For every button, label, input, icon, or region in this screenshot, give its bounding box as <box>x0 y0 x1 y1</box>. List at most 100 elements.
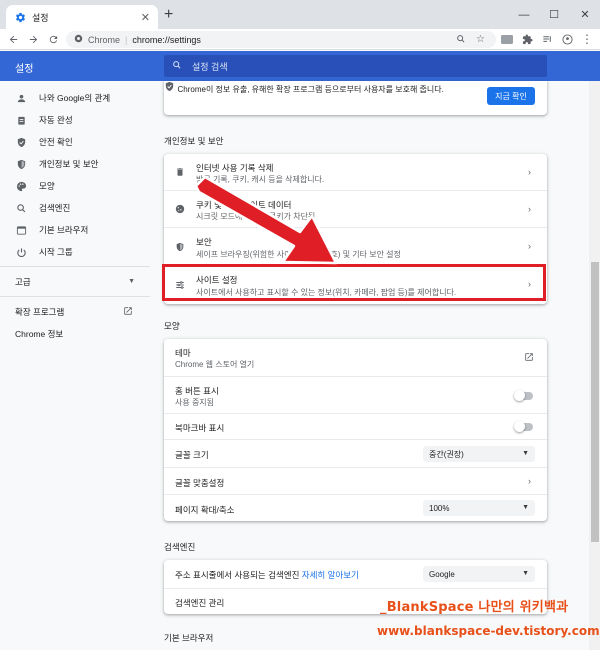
appearance-section-title: 모양 <box>164 321 180 331</box>
sidebar-item-label: 시작 그룹 <box>39 247 73 257</box>
tab-strip: 설정 ✕ + — ☐ ✕ <box>0 0 600 29</box>
extension-badge-icon[interactable] <box>497 29 517 50</box>
tab-settings[interactable]: 설정 ✕ <box>6 5 158 29</box>
close-window-icon[interactable]: ✕ <box>570 0 600 29</box>
sidebar-item-appearance[interactable]: 모양 <box>15 178 55 194</box>
sidebar-item-privacy[interactable]: 개인정보 및 보안 <box>15 156 98 172</box>
select-value: 중간(권장) <box>429 449 464 459</box>
bookmarks-bar-toggle[interactable] <box>514 421 533 432</box>
sidebar-item-advanced[interactable]: 고급 ▼ <box>15 274 135 290</box>
privacy-section-title: 개인정보 및 보안 <box>164 136 224 146</box>
close-tab-icon[interactable]: ✕ <box>141 11 150 24</box>
sidebar-item-extensions[interactable]: 확장 프로그램 <box>15 304 133 320</box>
theme-row[interactable]: 테마 Chrome 웹 스토어 열기 <box>164 339 547 376</box>
search-engine-text: 주소 표시줄에서 사용되는 검색엔진 <box>175 570 300 580</box>
palette-icon <box>15 180 27 192</box>
sidebar-divider <box>0 266 150 267</box>
search-engine-select[interactable]: Google ▼ <box>423 566 535 582</box>
bookmarks-bar-row: 북마크바 표시 <box>164 413 547 439</box>
font-size-select[interactable]: 중간(권장) ▼ <box>423 446 535 462</box>
home-button-row: 홈 버튼 표시 사용 중지됨 <box>164 376 547 413</box>
sidebar-divider <box>0 296 150 297</box>
puzzle-icon[interactable] <box>517 29 537 50</box>
search-placeholder: 설정 검색 <box>192 61 228 72</box>
new-tab-button[interactable]: + <box>164 7 173 23</box>
chrome-icon <box>74 34 83 45</box>
scrollbar-thumb[interactable] <box>591 262 599 542</box>
row-title: 보안 <box>196 237 212 247</box>
chevron-down-icon: ▼ <box>522 570 529 577</box>
clipboard-icon <box>15 114 27 126</box>
sidebar-item-label: 나와 Google의 관계 <box>39 93 111 103</box>
zoom-icon[interactable] <box>456 34 466 47</box>
page-title: 설정 <box>15 64 34 75</box>
browser-toolbar: Chrome | chrome://settings ☆ ⋮ <box>0 29 600 50</box>
minimize-icon[interactable]: — <box>509 0 539 29</box>
sidebar: 나와 Google의 관계 자동 완성 안전 확인 개인정보 및 보안 모양 검… <box>0 81 150 650</box>
search-icon <box>172 60 182 72</box>
sidebar-item-on-startup[interactable]: 시작 그룹 <box>15 244 73 260</box>
reload-icon[interactable] <box>43 29 63 50</box>
clear-browsing-data-row[interactable]: 인터넷 사용 기록 삭제 방문 기록, 쿠키, 캐시 등을 삭제합니다. › <box>164 154 547 190</box>
customize-fonts-row[interactable]: 글꼴 맞춤설정 › <box>164 467 547 494</box>
chevron-down-icon: ▼ <box>128 278 135 285</box>
tab-title: 설정 <box>32 12 49 23</box>
security-row[interactable]: 보안 세이프 브라우징(위험한 사이트로부터 보호) 및 기타 보안 설정 › <box>164 227 547 265</box>
shield-icon <box>15 158 27 170</box>
sidebar-item-default-browser[interactable]: 기본 브라우저 <box>15 222 88 238</box>
sidebar-item-label: 모양 <box>39 181 55 191</box>
safety-check-text: Chrome이 정보 유출, 유해한 확장 프로그램 등으로부터 사용자를 보호… <box>177 85 444 94</box>
trash-icon <box>174 166 186 178</box>
sidebar-item-autofill[interactable]: 자동 완성 <box>15 112 73 128</box>
sidebar-about-label: Chrome 정보 <box>15 329 64 339</box>
gear-icon <box>14 11 26 23</box>
sidebar-item-label: 검색엔진 <box>39 203 71 213</box>
row-subtitle: 시크릿 모드에서 타사 쿠키가 차단됨 <box>196 212 316 221</box>
row-subtitle: 세이프 브라우징(위험한 사이트로부터 보호) 및 기타 보안 설정 <box>196 250 401 259</box>
back-icon[interactable] <box>3 29 23 50</box>
sidebar-item-label: 안전 확인 <box>39 137 73 147</box>
sidebar-extensions-label: 확장 프로그램 <box>15 307 65 317</box>
row-subtitle: Chrome 웹 스토어 열기 <box>175 360 255 369</box>
learn-more-link[interactable]: 자세히 알아보기 <box>302 570 359 580</box>
check-now-button[interactable]: 지금 확인 <box>487 87 535 105</box>
shield-check-icon <box>15 136 27 148</box>
sidebar-item-you-and-google[interactable]: 나와 Google의 관계 <box>15 90 110 106</box>
safety-check-card: Chrome이 정보 유출, 유해한 확장 프로그램 등으로부터 사용자를 보호… <box>164 81 547 115</box>
home-button-toggle[interactable] <box>514 390 533 401</box>
omnibox-separator: | <box>125 34 128 45</box>
watermark-url: www.blankspace-dev.tistory.com <box>377 624 600 638</box>
sidebar-item-label: 개인정보 및 보안 <box>39 159 99 169</box>
sidebar-advanced-label: 고급 <box>15 277 31 287</box>
page-zoom-select[interactable]: 100% ▼ <box>423 500 535 516</box>
cookies-row[interactable]: 쿠키 및 기타 사이트 데이터 시크릿 모드에서 타사 쿠키가 차단됨 › <box>164 190 547 227</box>
omnibox-url: chrome://settings <box>132 34 201 45</box>
forward-icon[interactable] <box>23 29 43 50</box>
open-external-icon <box>123 306 133 318</box>
address-bar[interactable]: Chrome | chrome://settings ☆ <box>66 31 496 48</box>
open-external-icon <box>524 352 534 362</box>
row-subtitle: 방문 기록, 쿠키, 캐시 등을 삭제합니다. <box>196 175 325 184</box>
omnibox-site: Chrome <box>88 34 121 45</box>
menu-icon[interactable]: ⋮ <box>577 29 597 50</box>
reading-list-icon[interactable] <box>537 29 557 50</box>
watermark-title: _BlankSpace 나만의 위키백과 <box>380 600 569 615</box>
search-section-title: 검색엔진 <box>164 542 196 552</box>
row-title: 주소 표시줄에서 사용되는 검색엔진 자세히 알아보기 <box>175 569 359 581</box>
maximize-icon[interactable]: ☐ <box>539 0 569 29</box>
chevron-right-icon: › <box>528 241 531 251</box>
highlight-box <box>162 264 546 301</box>
row-title: 페이지 확대/축소 <box>175 505 235 515</box>
chevron-down-icon: ▼ <box>522 504 529 511</box>
page-zoom-row: 페이지 확대/축소 100% ▼ <box>164 494 547 521</box>
row-subtitle: 사용 중지됨 <box>175 398 215 407</box>
settings-search-input[interactable]: 설정 검색 <box>164 55 547 77</box>
row-title: 인터넷 사용 기록 삭제 <box>196 163 274 173</box>
profile-icon[interactable] <box>557 29 577 50</box>
power-icon <box>15 246 27 258</box>
row-title: 글꼴 크기 <box>175 450 209 460</box>
sidebar-item-about-chrome[interactable]: Chrome 정보 <box>15 326 63 342</box>
sidebar-item-search-engine[interactable]: 검색엔진 <box>15 200 70 216</box>
sidebar-item-safety-check[interactable]: 안전 확인 <box>15 134 73 150</box>
star-icon[interactable]: ☆ <box>476 34 485 45</box>
